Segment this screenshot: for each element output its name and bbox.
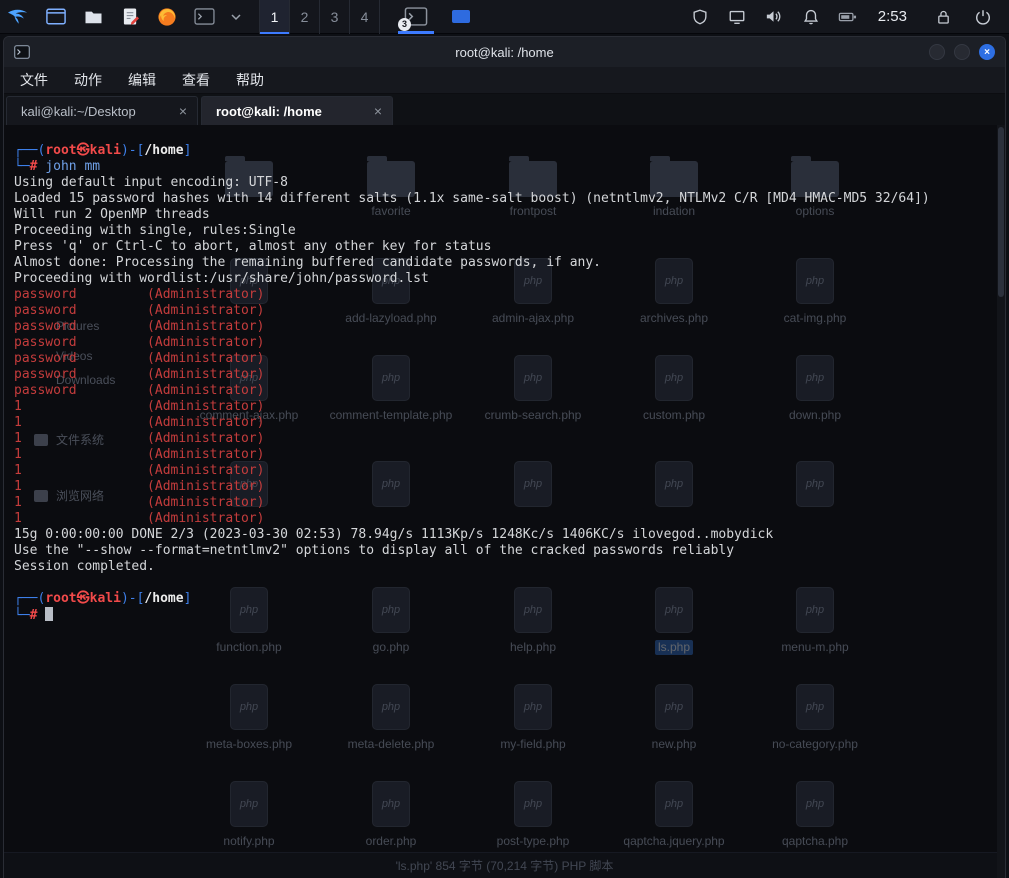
terminal-cursor	[45, 607, 53, 621]
taskbar-files-window[interactable]	[452, 10, 470, 23]
tray-volume-button[interactable]	[763, 6, 785, 28]
menu-item-3[interactable]: 查看	[182, 70, 210, 90]
power-icon	[974, 8, 992, 26]
tray-display-button[interactable]	[726, 6, 748, 28]
terminal-line: 1 (Administrator)	[14, 399, 997, 415]
terminal-line: password (Administrator)	[14, 303, 997, 319]
top-panel: 1234 3 2:53	[0, 0, 1009, 34]
bell-icon	[802, 8, 820, 26]
terminal-scrollbar[interactable]	[997, 125, 1005, 878]
terminal-line: Session completed.	[14, 559, 997, 575]
window-count-badge: 3	[398, 18, 411, 31]
terminal-line: 1 (Administrator)	[14, 479, 997, 495]
terminal-line: Proceeding with wordlist:/usr/share/john…	[14, 271, 997, 287]
tab-0[interactable]: kali@kali:~/Desktop ×	[6, 96, 198, 125]
title-bar[interactable]: root@kali: /home ×	[4, 37, 1005, 67]
terminal-icon	[194, 8, 215, 25]
chevron-down-icon	[231, 13, 241, 21]
tab-label: kali@kali:~/Desktop	[21, 104, 136, 119]
workspace-1[interactable]: 1	[260, 0, 290, 34]
power-button[interactable]	[971, 5, 995, 29]
terminal-body[interactable]: 'ls.php' 854 字节 (70,214 字节) PHP 脚本 Pictu…	[4, 125, 1005, 878]
terminal-line: Press 'q' or Ctrl-C to abort, almost any…	[14, 239, 997, 255]
workspace-4[interactable]: 4	[350, 0, 380, 34]
shield-icon	[691, 8, 709, 26]
menu-item-2[interactable]: 编辑	[128, 70, 156, 90]
scrollbar-thumb[interactable]	[998, 127, 1004, 297]
terminal-line: └─#	[14, 607, 997, 623]
panel-clock[interactable]: 2:53	[878, 8, 907, 25]
terminal-window: root@kali: /home × 文件 动作 编辑 查看 帮助 kali@kali:…	[3, 36, 1006, 878]
taskbar	[44, 5, 243, 29]
terminal-line: 1 (Administrator)	[14, 495, 997, 511]
text-editor-icon	[122, 7, 139, 26]
terminal-line: Loaded 15 password hashes with 14 differ…	[14, 191, 997, 207]
taskbar-window-button[interactable]	[44, 5, 68, 29]
taskbar-editor-button[interactable]	[118, 5, 142, 29]
tab-1[interactable]: root@kali: /home ×	[201, 96, 393, 125]
tray-battery-button[interactable]	[837, 6, 859, 28]
terminal-line: Will run 2 OpenMP threads	[14, 207, 997, 223]
terminal-line: password (Administrator)	[14, 335, 997, 351]
tab-close-icon[interactable]: ×	[360, 103, 382, 119]
terminal-line: ┌──(root㉿kali)-[/home]	[14, 591, 997, 607]
minimize-button[interactable]	[929, 44, 945, 60]
terminal-line: Almost done: Processing the remaining bu…	[14, 255, 997, 271]
tab-bar: kali@kali:~/Desktop × root@kali: /home ×	[4, 94, 1005, 125]
terminal-line	[14, 575, 997, 591]
terminal-line: Using default input encoding: UTF-8	[14, 175, 997, 191]
volume-icon	[764, 7, 783, 26]
terminal-line: 1 (Administrator)	[14, 511, 997, 527]
window-title: root@kali: /home	[4, 45, 1005, 60]
tab-close-icon[interactable]: ×	[165, 103, 187, 119]
kali-logo-icon	[6, 5, 33, 28]
terminal-line: password (Administrator)	[14, 319, 997, 335]
workspace-3[interactable]: 3	[320, 0, 350, 34]
firefox-icon	[157, 7, 177, 27]
terminal-line: 1 (Administrator)	[14, 431, 997, 447]
terminal-line: password (Administrator)	[14, 367, 997, 383]
menu-bar: 文件 动作 编辑 查看 帮助	[4, 67, 1005, 94]
terminal-output: ┌──(root㉿kali)-[/home]└─# john mmUsing d…	[4, 125, 1005, 878]
tab-label: root@kali: /home	[216, 104, 322, 119]
folder-icon	[84, 9, 103, 25]
terminal-line: 1 (Administrator)	[14, 447, 997, 463]
session-controls	[931, 5, 995, 29]
terminal-line: password (Administrator)	[14, 383, 997, 399]
display-icon	[728, 8, 746, 26]
menu-item-1[interactable]: 动作	[74, 70, 102, 90]
lock-button[interactable]	[931, 5, 955, 29]
terminal-line: Use the "--show --format=netntlmv2" opti…	[14, 543, 997, 559]
workspace-2[interactable]: 2	[290, 0, 320, 34]
terminal-line: └─# john mm	[14, 159, 997, 175]
menu-item-0[interactable]: 文件	[20, 70, 48, 90]
maximize-button[interactable]	[954, 44, 970, 60]
terminal-line: Proceeding with single, rules:Single	[14, 223, 997, 239]
terminal-line: 15g 0:00:00:00 DONE 2/3 (2023-03-30 02:5…	[14, 527, 997, 543]
terminal-line: password (Administrator)	[14, 351, 997, 367]
terminal-line: 1 (Administrator)	[14, 415, 997, 431]
battery-icon	[837, 8, 858, 26]
system-tray: 2:53	[689, 6, 911, 28]
workspace-switcher: 1234	[259, 0, 380, 34]
taskbar-terminal-button[interactable]	[192, 5, 216, 29]
kali-menu-button[interactable]	[0, 0, 38, 34]
tray-notifications-button[interactable]	[800, 6, 822, 28]
close-button[interactable]: ×	[979, 44, 995, 60]
terminal-line: 1 (Administrator)	[14, 463, 997, 479]
terminal-line: ┌──(root㉿kali)-[/home]	[14, 143, 997, 159]
taskbar-files-button[interactable]	[81, 5, 105, 29]
lock-icon	[935, 8, 952, 26]
menu-item-4[interactable]: 帮助	[236, 70, 264, 90]
tray-shield-button[interactable]	[689, 6, 711, 28]
terminal-line: password (Administrator)	[14, 287, 997, 303]
window-list-dropdown[interactable]	[229, 13, 243, 21]
taskbar-firefox-button[interactable]	[155, 5, 179, 29]
taskbar-terminal-window[interactable]: 3	[398, 0, 434, 34]
window-icon	[46, 8, 66, 25]
window-controls: ×	[929, 44, 995, 60]
